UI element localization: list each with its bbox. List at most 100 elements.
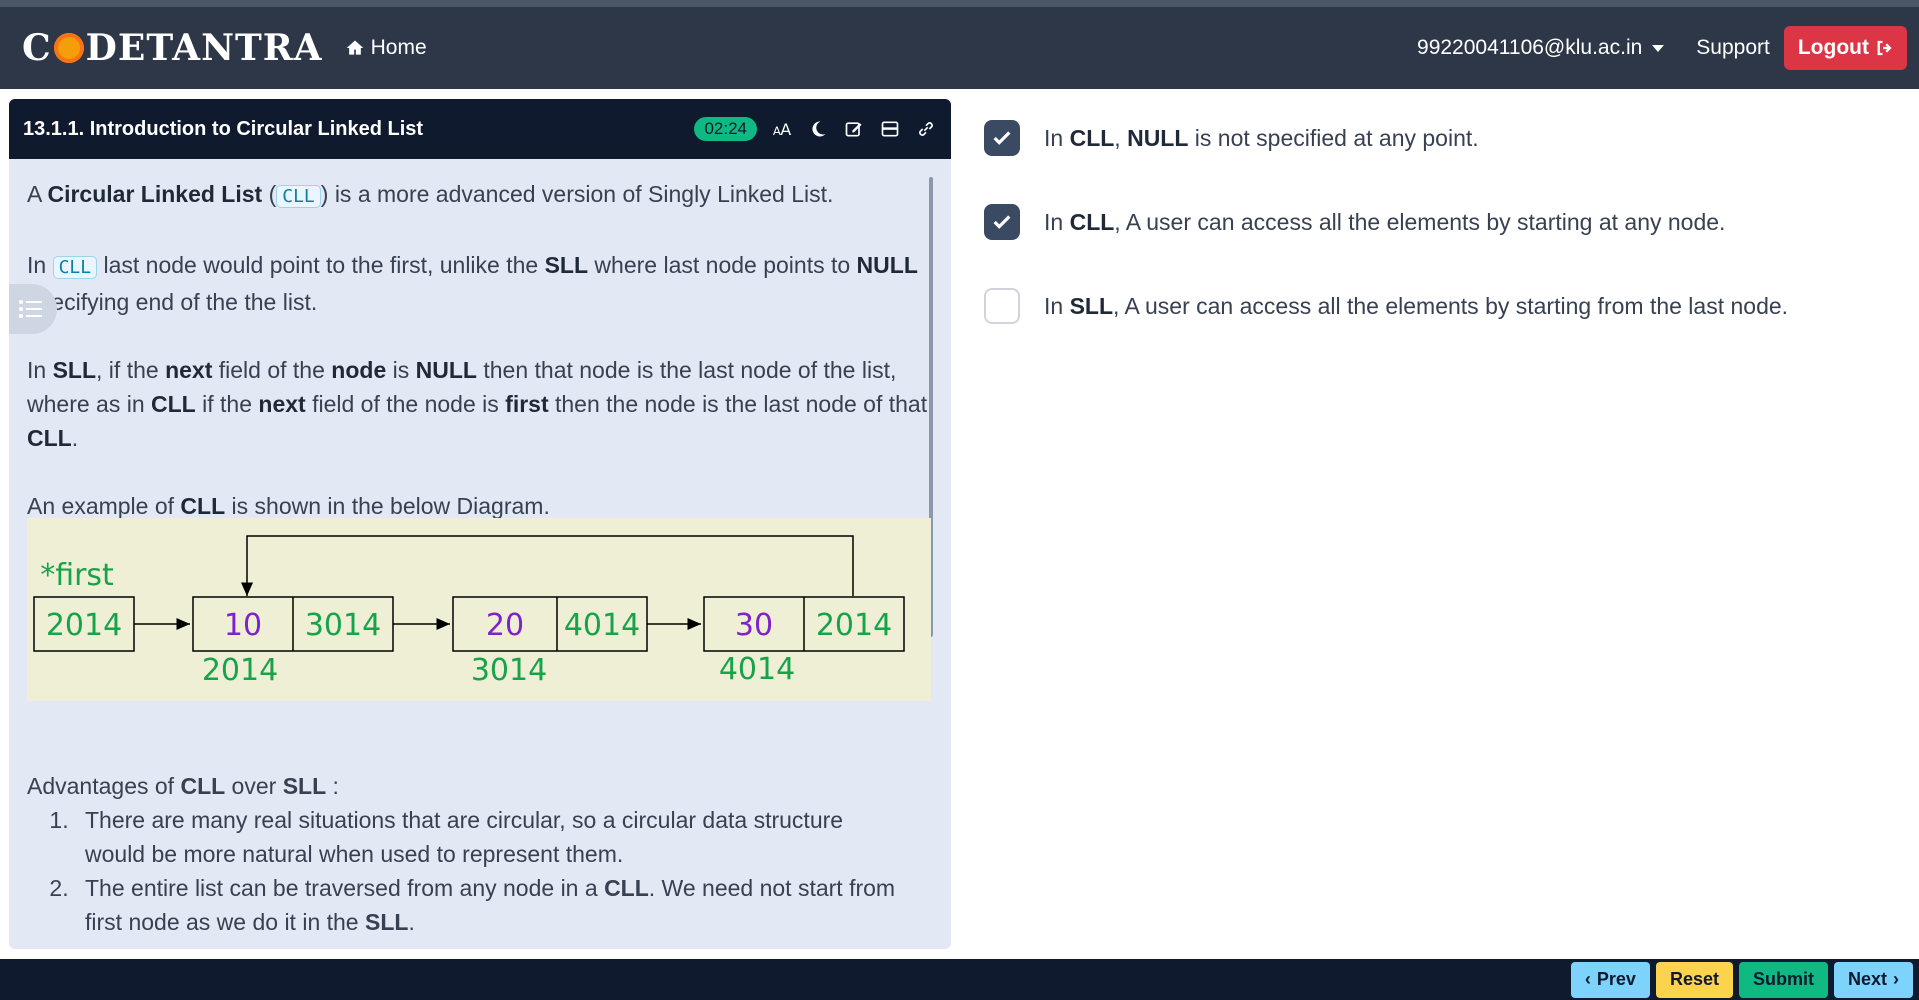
term: node bbox=[331, 357, 387, 383]
logout-button[interactable]: Logout bbox=[1783, 26, 1907, 70]
term: next bbox=[258, 391, 306, 417]
text: , A user can access all the elements by … bbox=[1114, 208, 1726, 235]
edit-icon[interactable] bbox=[843, 118, 865, 140]
circular-link-arrow bbox=[241, 535, 854, 596]
text: In bbox=[27, 252, 53, 278]
option-3[interactable]: In SLL, A user can access all the elemen… bbox=[984, 286, 1884, 326]
paragraph-intro: A Circular Linked List (CLL) is a more a… bbox=[27, 177, 933, 214]
paragraph-next-field: In SLL, if the next field of the node is… bbox=[27, 353, 933, 455]
node-2-data: 20 bbox=[486, 608, 524, 643]
text: In bbox=[1044, 124, 1070, 151]
text: In bbox=[1044, 292, 1070, 319]
reset-button[interactable]: Reset bbox=[1655, 961, 1733, 998]
support-link[interactable]: Support bbox=[1696, 36, 1770, 60]
advantages-list: There are many real situations that are … bbox=[75, 803, 907, 939]
checkmark-icon bbox=[993, 131, 1011, 145]
sun-logo-icon bbox=[53, 33, 84, 63]
node-3-data: 30 bbox=[735, 608, 773, 643]
node-3-next: 2014 bbox=[816, 608, 892, 643]
submit-button[interactable]: Submit bbox=[1738, 961, 1828, 998]
chevron-right-icon: › bbox=[1893, 969, 1899, 989]
user-menu[interactable]: 99220041106@klu.ac.in bbox=[1417, 36, 1665, 60]
term: CLL bbox=[180, 493, 226, 519]
list-item: The entire list can be traversed from an… bbox=[75, 871, 907, 939]
term: SLL bbox=[544, 252, 589, 278]
answer-options: In CLL, NULL is not specified at any poi… bbox=[984, 118, 1884, 370]
inline-code: CLL bbox=[52, 256, 98, 279]
advantages-heading: Advantages of CLL over SLL : bbox=[27, 769, 907, 803]
option-2-text: In CLL, A user can access all the elemen… bbox=[1044, 209, 1725, 236]
user-email: 99220041106@klu.ac.in bbox=[1417, 36, 1643, 59]
logout-label: Logout bbox=[1797, 36, 1869, 59]
checkmark-icon bbox=[993, 215, 1011, 229]
font-size-icon[interactable]: AA bbox=[771, 118, 793, 140]
term: CLL bbox=[180, 773, 226, 799]
codetantra-logo[interactable]: C DETANTRA bbox=[22, 27, 323, 69]
next-button[interactable]: Next › bbox=[1833, 961, 1913, 998]
prev-button[interactable]: ‹ Prev bbox=[1570, 961, 1650, 998]
text: . bbox=[71, 425, 79, 451]
text: : bbox=[326, 773, 339, 799]
term: CLL bbox=[27, 425, 72, 451]
term: CLL bbox=[1069, 208, 1115, 235]
node-1-address: 2014 bbox=[202, 653, 278, 688]
toc-toggle[interactable] bbox=[9, 284, 57, 334]
text: , bbox=[1114, 124, 1128, 151]
option-1-checkbox[interactable] bbox=[984, 120, 1020, 156]
advantages-section: Advantages of CLL over SLL : There are m… bbox=[27, 769, 907, 939]
home-link[interactable]: Home bbox=[345, 36, 427, 60]
term: NULL bbox=[856, 252, 918, 278]
timer-badge: 02:24 bbox=[694, 117, 757, 141]
term: NULL bbox=[415, 357, 477, 383]
dark-mode-moon-icon[interactable] bbox=[807, 118, 829, 140]
term: next bbox=[165, 357, 213, 383]
cll-diagram-svg: *first 2014 10 3014 2014 20 4014 3014 30… bbox=[33, 535, 905, 688]
option-2[interactable]: In CLL, A user can access all the elemen… bbox=[984, 202, 1884, 242]
lesson-header: 13.1.1. Introduction to Circular Linked … bbox=[9, 99, 951, 159]
paragraph-last-node: In CLL last node would point to the firs… bbox=[27, 248, 933, 319]
cll-diagram: *first 2014 10 3014 2014 20 4014 3014 30… bbox=[27, 518, 931, 701]
text: , A user can access all the elements by … bbox=[1113, 292, 1789, 319]
text: is bbox=[386, 357, 416, 383]
node-1-data: 10 bbox=[224, 608, 262, 643]
sign-out-icon bbox=[1877, 40, 1892, 56]
lesson-content: A Circular Linked List (CLL) is a more a… bbox=[9, 159, 951, 523]
text: then the node is the last node of that bbox=[548, 391, 928, 417]
option-1-text: In CLL, NULL is not specified at any poi… bbox=[1044, 125, 1479, 152]
text: is shown in the below Diagram. bbox=[225, 493, 550, 519]
next-label: Next bbox=[1847, 969, 1887, 989]
term: SLL bbox=[365, 909, 409, 935]
text: . bbox=[408, 909, 415, 935]
text: An example of bbox=[27, 493, 181, 519]
term: CLL bbox=[604, 875, 649, 901]
link-icon[interactable] bbox=[915, 118, 937, 140]
text: , if the bbox=[96, 357, 166, 383]
text: In bbox=[1044, 208, 1070, 235]
home-icon bbox=[346, 40, 363, 55]
term: NULL bbox=[1127, 124, 1189, 151]
option-3-checkbox[interactable] bbox=[984, 288, 1020, 324]
option-1[interactable]: In CLL, NULL is not specified at any poi… bbox=[984, 118, 1884, 158]
node-2-address: 3014 bbox=[471, 653, 547, 688]
head-value: 2014 bbox=[46, 608, 122, 643]
chevron-left-icon: ‹ bbox=[1584, 969, 1591, 989]
text: In bbox=[27, 357, 53, 383]
term: SLL bbox=[52, 357, 97, 383]
option-2-checkbox[interactable] bbox=[984, 204, 1020, 240]
term: CLL bbox=[151, 391, 196, 417]
term: CLL bbox=[1069, 124, 1115, 151]
prev-label: Prev bbox=[1596, 969, 1636, 989]
text: The entire list can be traversed from an… bbox=[85, 875, 605, 901]
option-3-text: In SLL, A user can access all the elemen… bbox=[1044, 293, 1788, 320]
text: A bbox=[27, 181, 48, 207]
text: over bbox=[225, 773, 283, 799]
text: ( bbox=[262, 181, 277, 207]
term: SLL bbox=[282, 773, 327, 799]
home-label: Home bbox=[370, 36, 427, 59]
layout-icon[interactable] bbox=[879, 118, 901, 140]
top-navbar: C DETANTRA Home 99220041106@klu.ac.in Su… bbox=[0, 0, 1919, 89]
footer-bar: ‹ Prev Reset Submit Next › bbox=[0, 959, 1919, 1000]
pointer-label: *first bbox=[40, 558, 114, 593]
node-3-address: 4014 bbox=[719, 652, 795, 687]
node-1-next: 3014 bbox=[305, 608, 381, 643]
